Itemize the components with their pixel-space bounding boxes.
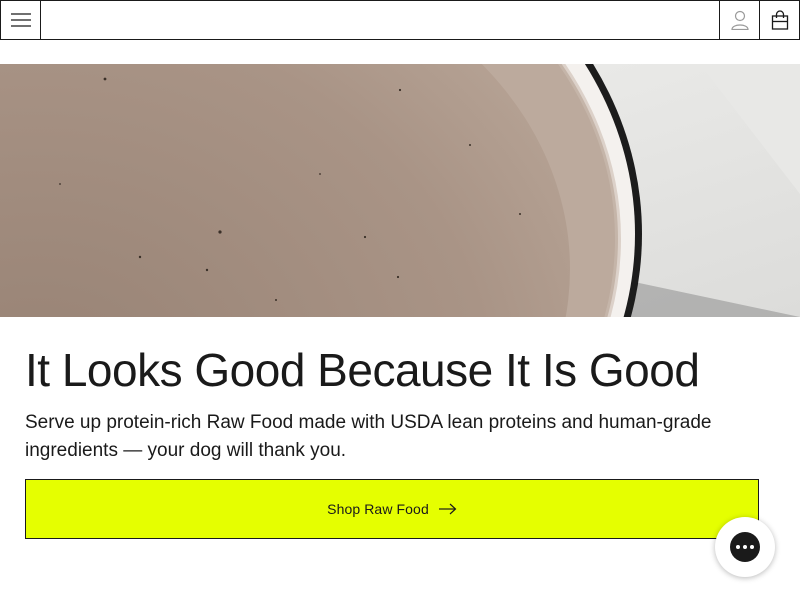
- hamburger-menu-icon: [10, 13, 31, 27]
- chat-bubble-icon: [730, 532, 760, 562]
- shopping-bag-icon: [771, 10, 788, 30]
- site-header: [0, 0, 800, 40]
- product-description: Serve up protein-rich Raw Food made with…: [25, 412, 712, 461]
- logo-area[interactable]: [41, 1, 719, 39]
- page-headline: It Looks Good Because It Is Good: [25, 344, 700, 396]
- arrow-right-icon: [438, 503, 457, 515]
- chat-widget-button[interactable]: [715, 517, 775, 577]
- user-account-icon: [730, 10, 749, 30]
- cta-label: Shop Raw Food: [327, 501, 429, 517]
- menu-button[interactable]: [1, 1, 41, 39]
- cart-button[interactable]: [759, 1, 799, 39]
- hero-image: [0, 64, 800, 317]
- account-button[interactable]: [719, 1, 759, 39]
- food-bowl-photo: [0, 64, 800, 317]
- shop-raw-food-button[interactable]: Shop Raw Food: [25, 479, 759, 539]
